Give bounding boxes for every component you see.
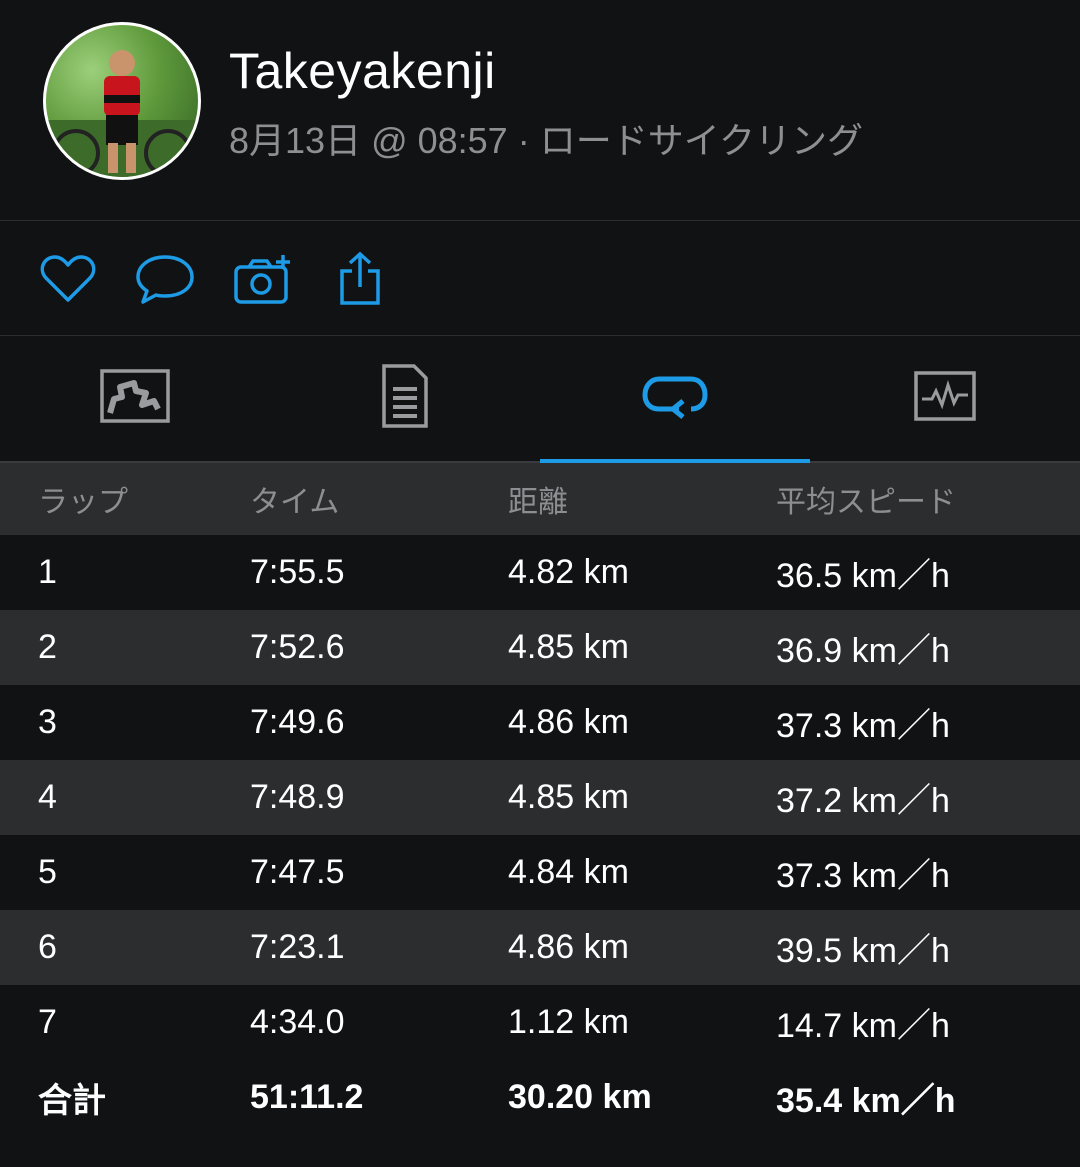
lap-number: 6 bbox=[0, 910, 250, 985]
lap-time: 7:52.6 bbox=[250, 610, 508, 685]
tab-details[interactable] bbox=[270, 336, 540, 461]
total-distance: 30.20 km bbox=[508, 1060, 776, 1135]
lap-time: 7:49.6 bbox=[250, 685, 508, 760]
lap-time: 7:23.1 bbox=[250, 910, 508, 985]
column-header-time: タイム bbox=[250, 463, 508, 535]
lap-distance: 4.86 km bbox=[508, 685, 776, 760]
total-avg-speed: 35.4 km／h bbox=[776, 1060, 1080, 1135]
graphs-icon bbox=[914, 371, 976, 426]
column-header-distance: 距離 bbox=[508, 463, 776, 535]
laps-header-row: ラップ タイム 距離 平均スピード bbox=[0, 463, 1080, 535]
lap-time: 7:47.5 bbox=[250, 835, 508, 910]
action-bar bbox=[0, 221, 1080, 336]
tab-graphs[interactable] bbox=[810, 336, 1080, 461]
lap-time: 7:48.9 bbox=[250, 760, 508, 835]
lap-time: 7:55.5 bbox=[250, 535, 508, 610]
activity-subtitle: 8月13日 @ 08:57 · ロードサイクリング bbox=[229, 120, 863, 161]
lap-number: 1 bbox=[0, 535, 250, 610]
table-row[interactable]: 7 4:34.0 1.12 km 14.7 km／h bbox=[0, 985, 1080, 1060]
totals-row: 合計 51:11.2 30.20 km 35.4 km／h bbox=[0, 1060, 1080, 1135]
heart-icon bbox=[40, 254, 96, 309]
table-row[interactable]: 3 7:49.6 4.86 km 37.3 km／h bbox=[0, 685, 1080, 760]
details-icon bbox=[381, 363, 429, 434]
add-photo-button[interactable] bbox=[233, 251, 293, 311]
lap-distance: 4.84 km bbox=[508, 835, 776, 910]
lap-number: 2 bbox=[0, 610, 250, 685]
lap-number: 7 bbox=[0, 985, 250, 1060]
avatar[interactable] bbox=[43, 22, 201, 180]
activity-header: Takeyakenji 8月13日 @ 08:57 · ロードサイクリング bbox=[0, 0, 1080, 221]
table-row[interactable]: 5 7:47.5 4.84 km 37.3 km／h bbox=[0, 835, 1080, 910]
tab-laps[interactable] bbox=[540, 336, 810, 463]
column-header-lap: ラップ bbox=[0, 463, 250, 535]
lap-distance: 4.86 km bbox=[508, 910, 776, 985]
lap-number: 5 bbox=[0, 835, 250, 910]
lap-number: 3 bbox=[0, 685, 250, 760]
laps-table: ラップ タイム 距離 平均スピード 1 7:55.5 4.82 km 36.5 … bbox=[0, 463, 1080, 1135]
laps-icon bbox=[641, 373, 709, 424]
lap-distance: 4.82 km bbox=[508, 535, 776, 610]
total-time: 51:11.2 bbox=[250, 1060, 508, 1135]
lap-distance: 1.12 km bbox=[508, 985, 776, 1060]
share-button[interactable] bbox=[330, 251, 390, 311]
tab-map[interactable] bbox=[0, 336, 270, 461]
lap-distance: 4.85 km bbox=[508, 760, 776, 835]
username[interactable]: Takeyakenji bbox=[229, 42, 496, 100]
table-row[interactable]: 1 7:55.5 4.82 km 36.5 km／h bbox=[0, 535, 1080, 610]
comment-button[interactable] bbox=[135, 251, 195, 311]
table-row[interactable]: 2 7:52.6 4.85 km 36.9 km／h bbox=[0, 610, 1080, 685]
lap-avg-speed: 37.2 km／h bbox=[776, 760, 1080, 835]
add-photo-icon bbox=[233, 253, 293, 310]
share-icon bbox=[338, 251, 382, 312]
lap-avg-speed: 36.5 km／h bbox=[776, 535, 1080, 610]
lap-time: 4:34.0 bbox=[250, 985, 508, 1060]
table-row[interactable]: 6 7:23.1 4.86 km 39.5 km／h bbox=[0, 910, 1080, 985]
comment-icon bbox=[135, 253, 195, 310]
column-header-avg-speed: 平均スピード bbox=[776, 463, 1080, 535]
lap-avg-speed: 36.9 km／h bbox=[776, 610, 1080, 685]
lap-number: 4 bbox=[0, 760, 250, 835]
lap-avg-speed: 39.5 km／h bbox=[776, 910, 1080, 985]
activity-tabs bbox=[0, 336, 1080, 463]
lap-avg-speed: 37.3 km／h bbox=[776, 685, 1080, 760]
table-row[interactable]: 4 7:48.9 4.85 km 37.2 km／h bbox=[0, 760, 1080, 835]
map-icon bbox=[100, 369, 170, 428]
total-label: 合計 bbox=[0, 1060, 250, 1135]
lap-avg-speed: 14.7 km／h bbox=[776, 985, 1080, 1060]
lap-distance: 4.85 km bbox=[508, 610, 776, 685]
like-button[interactable] bbox=[38, 251, 98, 311]
lap-avg-speed: 37.3 km／h bbox=[776, 835, 1080, 910]
